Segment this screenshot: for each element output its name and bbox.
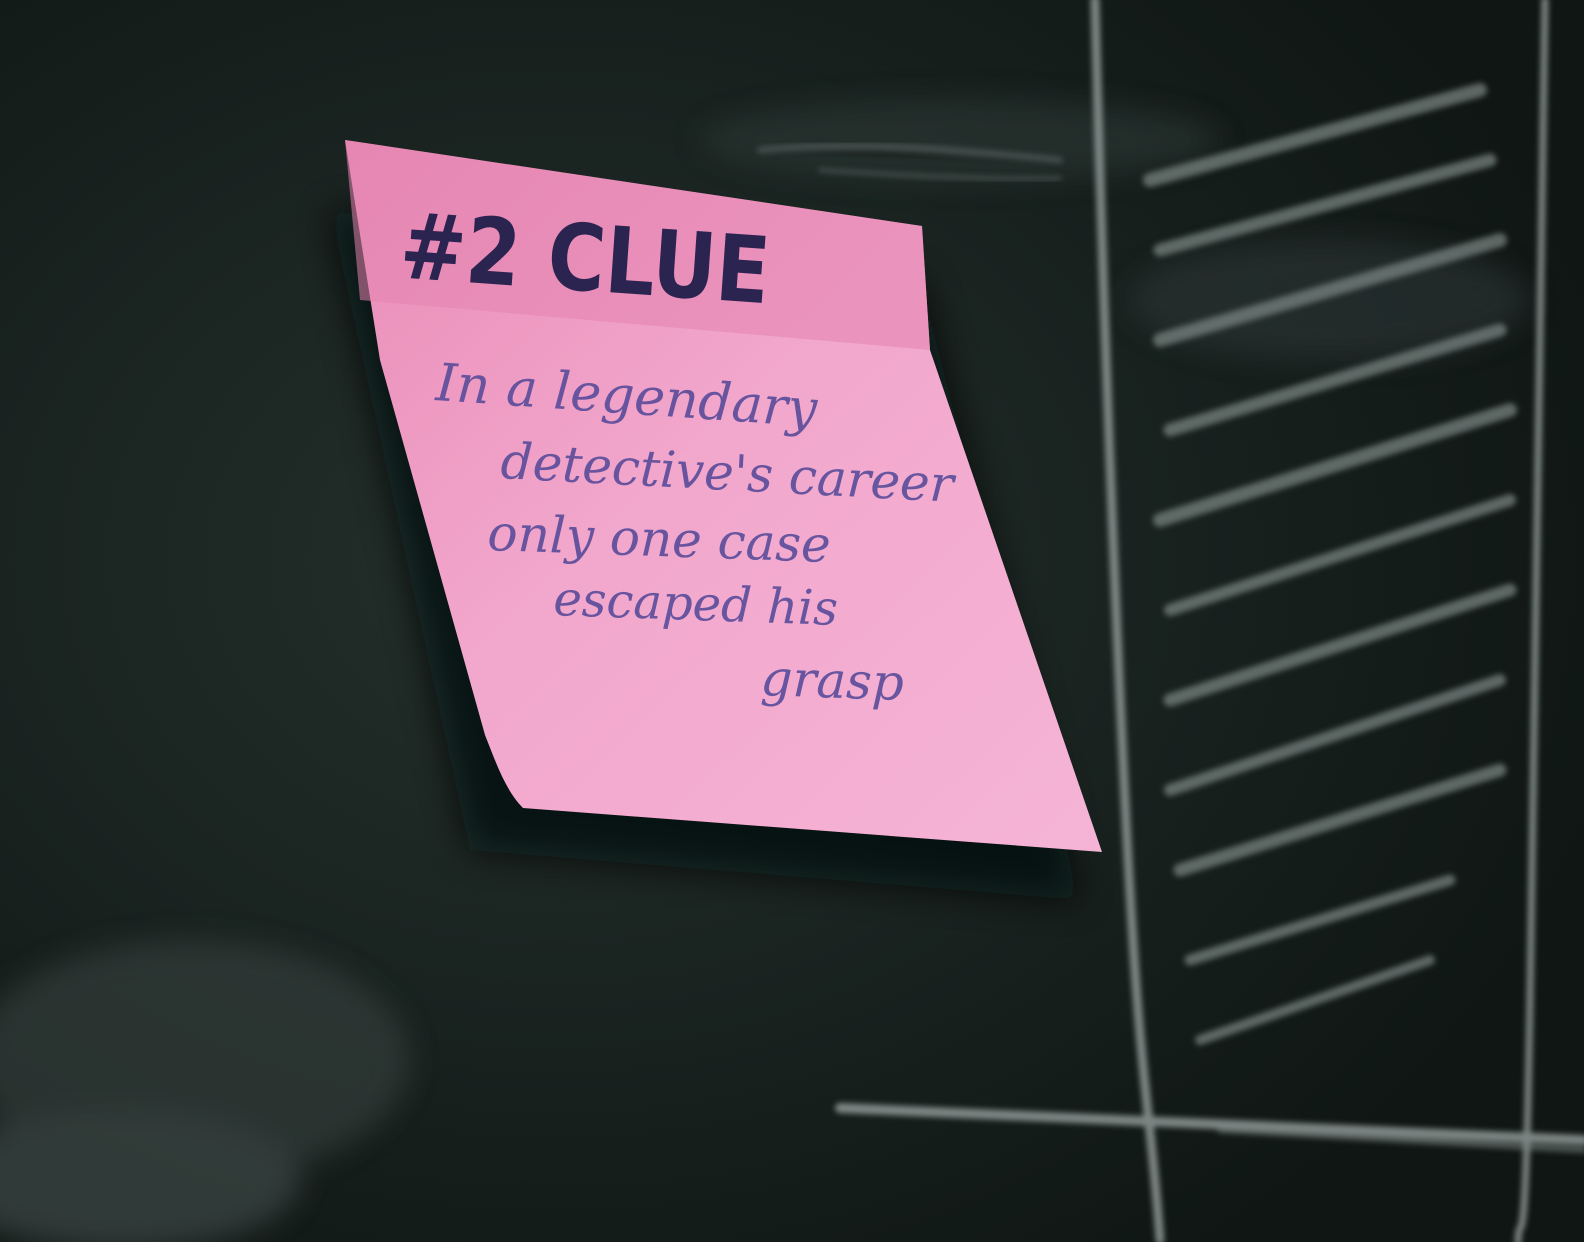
chalkboard-photo: #2 CLUE In a legendary detective's caree… [0, 0, 1584, 1242]
clue-line-4: escaped his [553, 571, 839, 637]
clue-line-3: only one case [487, 504, 832, 574]
photo-scene: #2 CLUE In a legendary detective's caree… [0, 0, 1584, 1242]
clue-line-5: grasp [760, 649, 905, 712]
